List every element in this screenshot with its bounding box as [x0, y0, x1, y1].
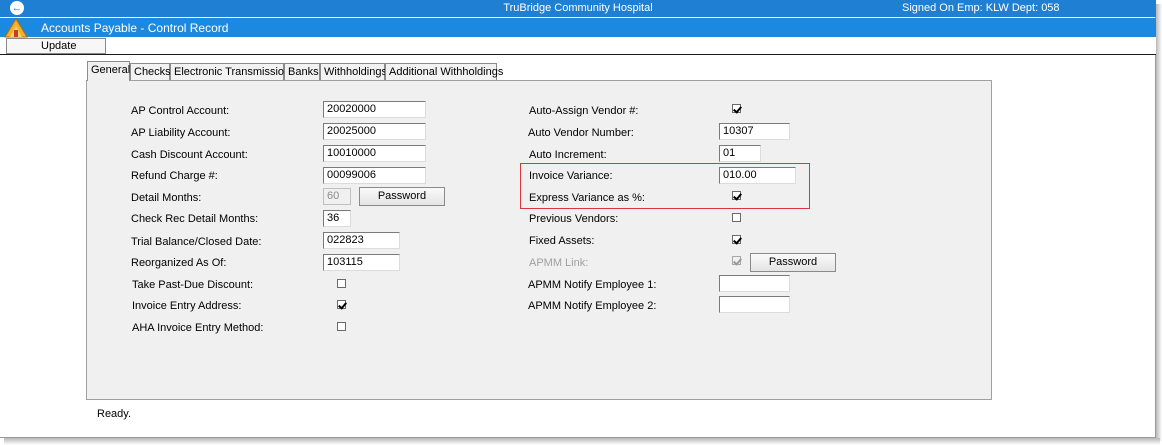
cash-discount-account-label: Cash Discount Account: [131, 149, 248, 161]
apmm-link-checkbox [732, 256, 741, 265]
detail-months-password-button[interactable]: Password [359, 187, 445, 206]
trial-balance-closed-date-field[interactable]: 022823 [323, 232, 400, 249]
check-rec-detail-months-label: Check Rec Detail Months: [131, 213, 259, 225]
invoice-entry-address-label: Invoice Entry Address: [132, 300, 242, 312]
auto-vendor-number-field[interactable]: 10307 [719, 123, 790, 140]
apmm-notify-employee-1-label: APMM Notify Employee 1: [528, 279, 657, 291]
invoice-entry-address-checkbox[interactable] [337, 300, 346, 309]
variance-highlight-box [520, 163, 810, 209]
aha-invoice-entry-method-label: AHA Invoice Entry Method: [132, 322, 264, 334]
auto-assign-vendor-label: Auto-Assign Vendor #: [529, 105, 639, 117]
tab-banks[interactable]: Banks [284, 63, 320, 81]
trial-balance-closed-date-label: Trial Balance/Closed Date: [131, 236, 262, 248]
refund-charge-field[interactable]: 00099006 [323, 167, 426, 184]
take-past-due-discount-label: Take Past-Due Discount: [132, 279, 254, 291]
ap-liability-account-label: AP Liability Account: [131, 127, 231, 139]
auto-assign-vendor-checkbox[interactable] [732, 104, 741, 113]
auto-increment-field[interactable]: 01 [719, 145, 761, 162]
auto-increment-label: Auto Increment: [529, 149, 607, 161]
reorganized-as-of-field[interactable]: 103115 [323, 254, 400, 271]
apmm-link-label: APMM Link: [529, 257, 589, 269]
reorganized-as-of-label: Reorganized As Of: [131, 257, 227, 269]
title-bar: ← TruBridge Community Hospital Signed On… [0, 0, 1156, 17]
signon-info: Signed On Emp: KLW Dept: 058 [902, 2, 1060, 14]
check-rec-detail-months-field[interactable]: 36 [323, 210, 351, 227]
apmm-link-password-button[interactable]: Password [750, 253, 836, 272]
status-text: Ready. [97, 408, 132, 420]
ap-liability-account-field[interactable]: 20025000 [323, 123, 426, 140]
window-title: Accounts Payable - Control Record [41, 21, 229, 35]
update-menu-button[interactable]: Update [6, 38, 106, 54]
aha-invoice-entry-method-checkbox[interactable] [337, 322, 346, 331]
ap-control-account-label: AP Control Account: [131, 105, 230, 117]
window-shadow-bottom [4, 438, 1160, 445]
detail-months-label: Detail Months: [131, 192, 202, 204]
ap-control-account-field[interactable]: 20020000 [323, 101, 426, 118]
apmm-notify-employee-2-field[interactable] [719, 296, 790, 313]
tab-general[interactable]: General [87, 61, 130, 81]
previous-vendors-label: Previous Vendors: [529, 213, 619, 225]
previous-vendors-checkbox[interactable] [732, 213, 741, 222]
refund-charge-label: Refund Charge #: [131, 170, 218, 182]
cash-discount-account-field[interactable]: 10010000 [323, 145, 426, 162]
application-window: ← TruBridge Community Hospital Signed On… [0, 0, 1156, 438]
fixed-assets-checkbox[interactable] [732, 235, 741, 244]
window-title-bar: Accounts Payable - Control Record [0, 18, 1156, 37]
app-logo-icon [4, 18, 28, 38]
auto-vendor-number-label: Auto Vendor Number: [528, 127, 634, 139]
tab-additional-withholdings[interactable]: Additional Withholdings [385, 63, 503, 81]
detail-months-field: 60 [323, 188, 351, 205]
tab-electronic-transmission[interactable]: Electronic Transmission [170, 63, 290, 81]
window-shadow-right [1156, 4, 1162, 441]
fixed-assets-label: Fixed Assets: [529, 235, 595, 247]
tab-withholdings[interactable]: Withholdings [320, 63, 387, 81]
apmm-notify-employee-1-field[interactable] [719, 275, 790, 292]
tab-checks[interactable]: Checks [130, 63, 171, 81]
apmm-notify-employee-2-label: APMM Notify Employee 2: [528, 300, 657, 312]
take-past-due-discount-checkbox[interactable] [337, 279, 346, 288]
general-tab-panel: AP Control Account: 20020000 AP Liabilit… [86, 80, 992, 400]
menu-bar: Update [0, 37, 1156, 55]
